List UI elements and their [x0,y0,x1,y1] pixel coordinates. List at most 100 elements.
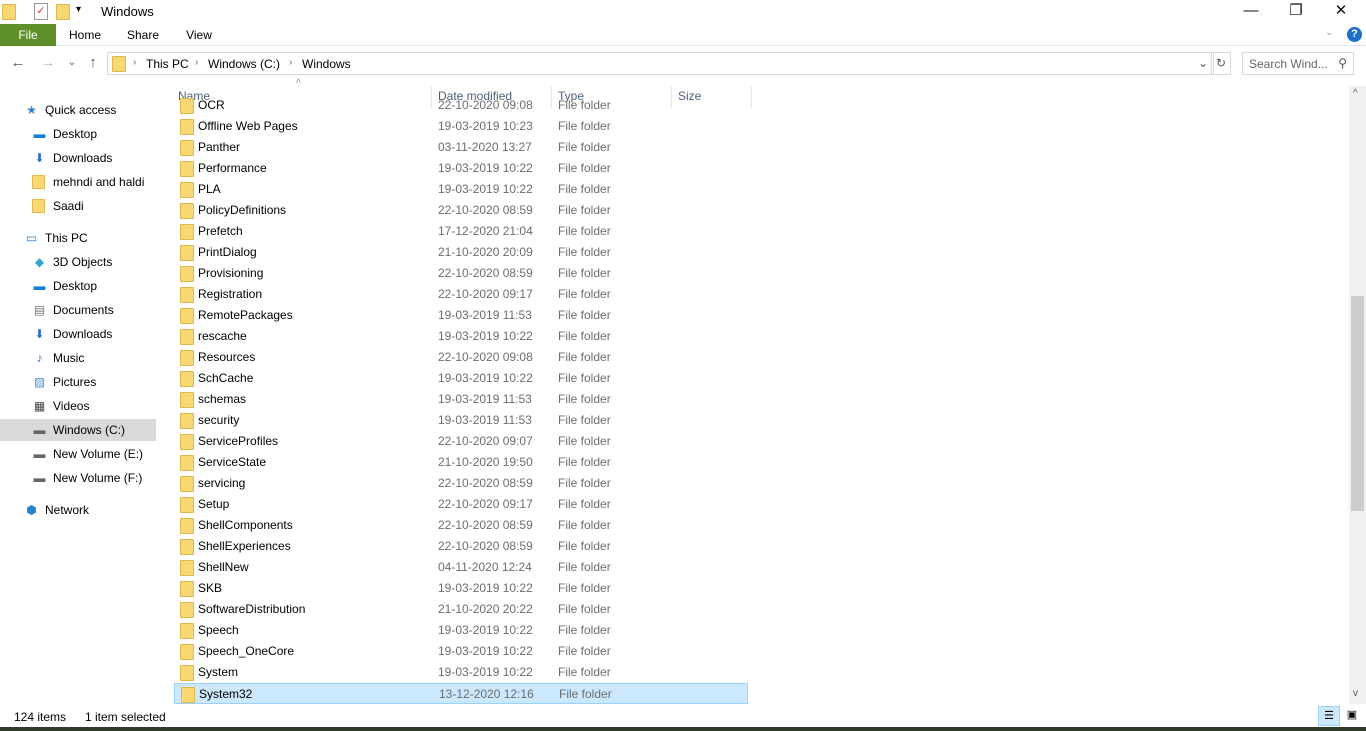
file-row[interactable]: SchCache 19-03-2019 10:22 File folder [174,368,748,389]
refresh-button[interactable]: ↻ [1211,52,1231,75]
file-name: Resources [198,350,256,364]
file-row[interactable]: Registration 22-10-2020 09:17 File folder [174,284,748,305]
sidebar-item-label: Downloads [53,151,113,165]
breadcrumb-drive[interactable]: Windows (C:) [208,57,280,71]
file-type: File folder [558,518,611,532]
sidebar-item[interactable]: ♪ Music [0,347,156,369]
help-icon[interactable]: ? [1347,27,1362,42]
breadcrumb-this-pc[interactable]: This PC [146,57,189,71]
file-row[interactable]: ShellComponents 22-10-2020 08:59 File fold… [174,515,748,536]
sidebar-item[interactable]: ★ Quick access [0,99,156,121]
file-row[interactable]: Offline Web Pages 19-03-2019 10:23 File fo… [174,116,748,137]
file-row[interactable]: PrintDialog 21-10-2020 20:09 File folder [174,242,748,263]
file-name: OCR [198,98,225,112]
file-row[interactable]: SoftwareDistribution 21-10-2020 20:22 File… [174,599,748,620]
file-row[interactable]: Speech_OneCore 19-03-2019 10:22 File folde… [174,641,748,662]
file-type: File folder [558,308,611,322]
file-row[interactable]: ServiceState 21-10-2020 19:50 File folder [174,452,748,473]
file-row[interactable]: Panther 03-11-2020 13:27 File folder [174,137,748,158]
file-row[interactable]: Provisioning 22-10-2020 08:59 File folder [174,263,748,284]
file-date: 22-10-2020 09:17 [438,497,533,511]
sidebar-item-label: Network [45,503,90,517]
file-row[interactable]: RemotePackages 19-03-2019 11:53 File folde… [174,305,748,326]
forward-icon[interactable]: → [39,54,57,71]
file-date: 22-10-2020 08:59 [438,518,533,532]
restore-button[interactable]: ❐ [1273,0,1319,24]
new-folder-icon[interactable] [56,4,70,20]
file-row[interactable]: schemas 19-03-2019 11:53 File folder [174,389,748,410]
file-row[interactable]: Prefetch 17-12-2020 21:04 File folder [174,221,748,242]
large-icons-view-icon[interactable]: ▣ [1344,708,1360,724]
file-type: File folder [558,245,611,259]
folder-icon [180,371,194,387]
up-icon[interactable]: ↑ [84,54,102,71]
file-row[interactable]: Performance 19-03-2019 10:22 File folder [174,158,748,179]
folder-icon [180,413,194,429]
sidebar-item[interactable]: Saadi [0,195,156,217]
file-date: 22-10-2020 08:59 [438,476,533,490]
file-row[interactable]: servicing 22-10-2020 08:59 File folder [174,473,748,494]
navigation-pane: ★ Quick access ▬ Desktop ⬇ Downloads mehndi an… [0,96,158,704]
tab-home[interactable]: Home [60,24,110,46]
drive-icon: ▬ [33,471,46,485]
address-bar[interactable]: › This PC › Windows (C:) › Windows ⌄ [107,52,1214,75]
breadcrumb-windows[interactable]: Windows [302,57,351,71]
sidebar-item[interactable]: ▬ Desktop [0,123,156,145]
folder-icon [180,602,194,618]
file-row[interactable]: Speech 19-03-2019 10:22 File folder [174,620,748,641]
sidebar-item[interactable]: ⬢ Network [0,499,156,521]
close-button[interactable]: ✕ [1318,0,1364,24]
file-row[interactable]: System 19-03-2019 10:22 File folder [174,662,748,683]
file-name: System32 [199,687,253,701]
file-row[interactable]: SKB 19-03-2019 10:22 File folder [174,578,748,599]
file-row[interactable]: ShellNew 04-11-2020 12:24 File folder [174,557,748,578]
file-type: File folder [558,371,611,385]
sidebar-item[interactable]: ▬ Desktop [0,275,156,297]
details-view-icon[interactable]: ☰ [1318,706,1340,726]
tab-share[interactable]: Share [118,24,168,46]
sidebar-item-label: Desktop [53,127,98,141]
search-input[interactable]: Search Wind... ⚲ [1242,52,1354,75]
file-row[interactable]: PolicyDefinitions 22-10-2020 08:59 File fo… [174,200,748,221]
properties-icon[interactable]: ✓ [34,3,48,20]
file-row[interactable]: security 19-03-2019 11:53 File folder [174,410,748,431]
document-icon: ▤ [33,303,46,317]
file-name: Registration [198,287,263,301]
file-row[interactable]: Resources 22-10-2020 09:08 File folder [174,347,748,368]
minimize-button[interactable]: — [1228,0,1274,24]
file-row[interactable]: ServiceProfiles 22-10-2020 09:07 File fold… [174,431,748,452]
sidebar-item[interactable]: ▬ Windows (C:) [0,419,156,441]
scrollbar-thumb[interactable] [1351,296,1364,511]
sidebar-item[interactable]: ▬ New Volume (E:) [0,443,156,465]
file-row[interactable]: rescache 19-03-2019 10:22 File folder [174,326,748,347]
expand-ribbon-icon[interactable]: ⌄ [1325,27,1333,38]
tab-view[interactable]: View [176,24,222,46]
sidebar-item[interactable]: ▦ Videos [0,395,156,417]
file-name: servicing [198,476,246,490]
file-row[interactable]: Setup 22-10-2020 09:17 File folder [174,494,748,515]
folder-icon [180,623,194,639]
file-date: 22-10-2020 09:08 [438,98,533,112]
sidebar-item[interactable]: ▨ Pictures [0,371,156,393]
file-row[interactable]: ShellExperiences 22-10-2020 08:59 File fol… [174,536,748,557]
sidebar-item[interactable]: ◆ 3D Objects [0,251,156,273]
sidebar-item-label: Desktop [53,279,98,293]
sidebar-item[interactable]: ▤ Documents [0,299,156,321]
scroll-up-icon[interactable]: ^ [1353,88,1358,99]
sidebar-item[interactable]: ⬇ Downloads [0,147,156,169]
back-icon[interactable]: ← [9,54,27,71]
scroll-down-icon[interactable]: v [1353,688,1358,699]
cube-icon: ◆ [34,255,45,269]
file-row[interactable]: System32 13-12-2020 12:16 File folder [174,683,748,704]
file-row[interactable]: PLA 19-03-2019 10:22 File folder [174,179,748,200]
customize-toolbar-icon[interactable]: ▾ [76,4,81,15]
tab-file[interactable]: File [0,24,56,46]
sidebar-item[interactable]: ▬ New Volume (F:) [0,467,156,489]
sidebar-item[interactable]: ▭ This PC [0,227,156,249]
address-dropdown-icon[interactable]: ⌄ [1198,56,1208,70]
sidebar-item[interactable]: mehndi and haldi [0,171,156,193]
vertical-scrollbar[interactable]: ^ v [1349,86,1366,704]
recent-locations-icon[interactable]: ⌄ [63,57,81,68]
sidebar-item[interactable]: ⬇ Downloads [0,323,156,345]
file-row[interactable]: OCR 22-10-2020 09:08 File folder [174,98,748,116]
